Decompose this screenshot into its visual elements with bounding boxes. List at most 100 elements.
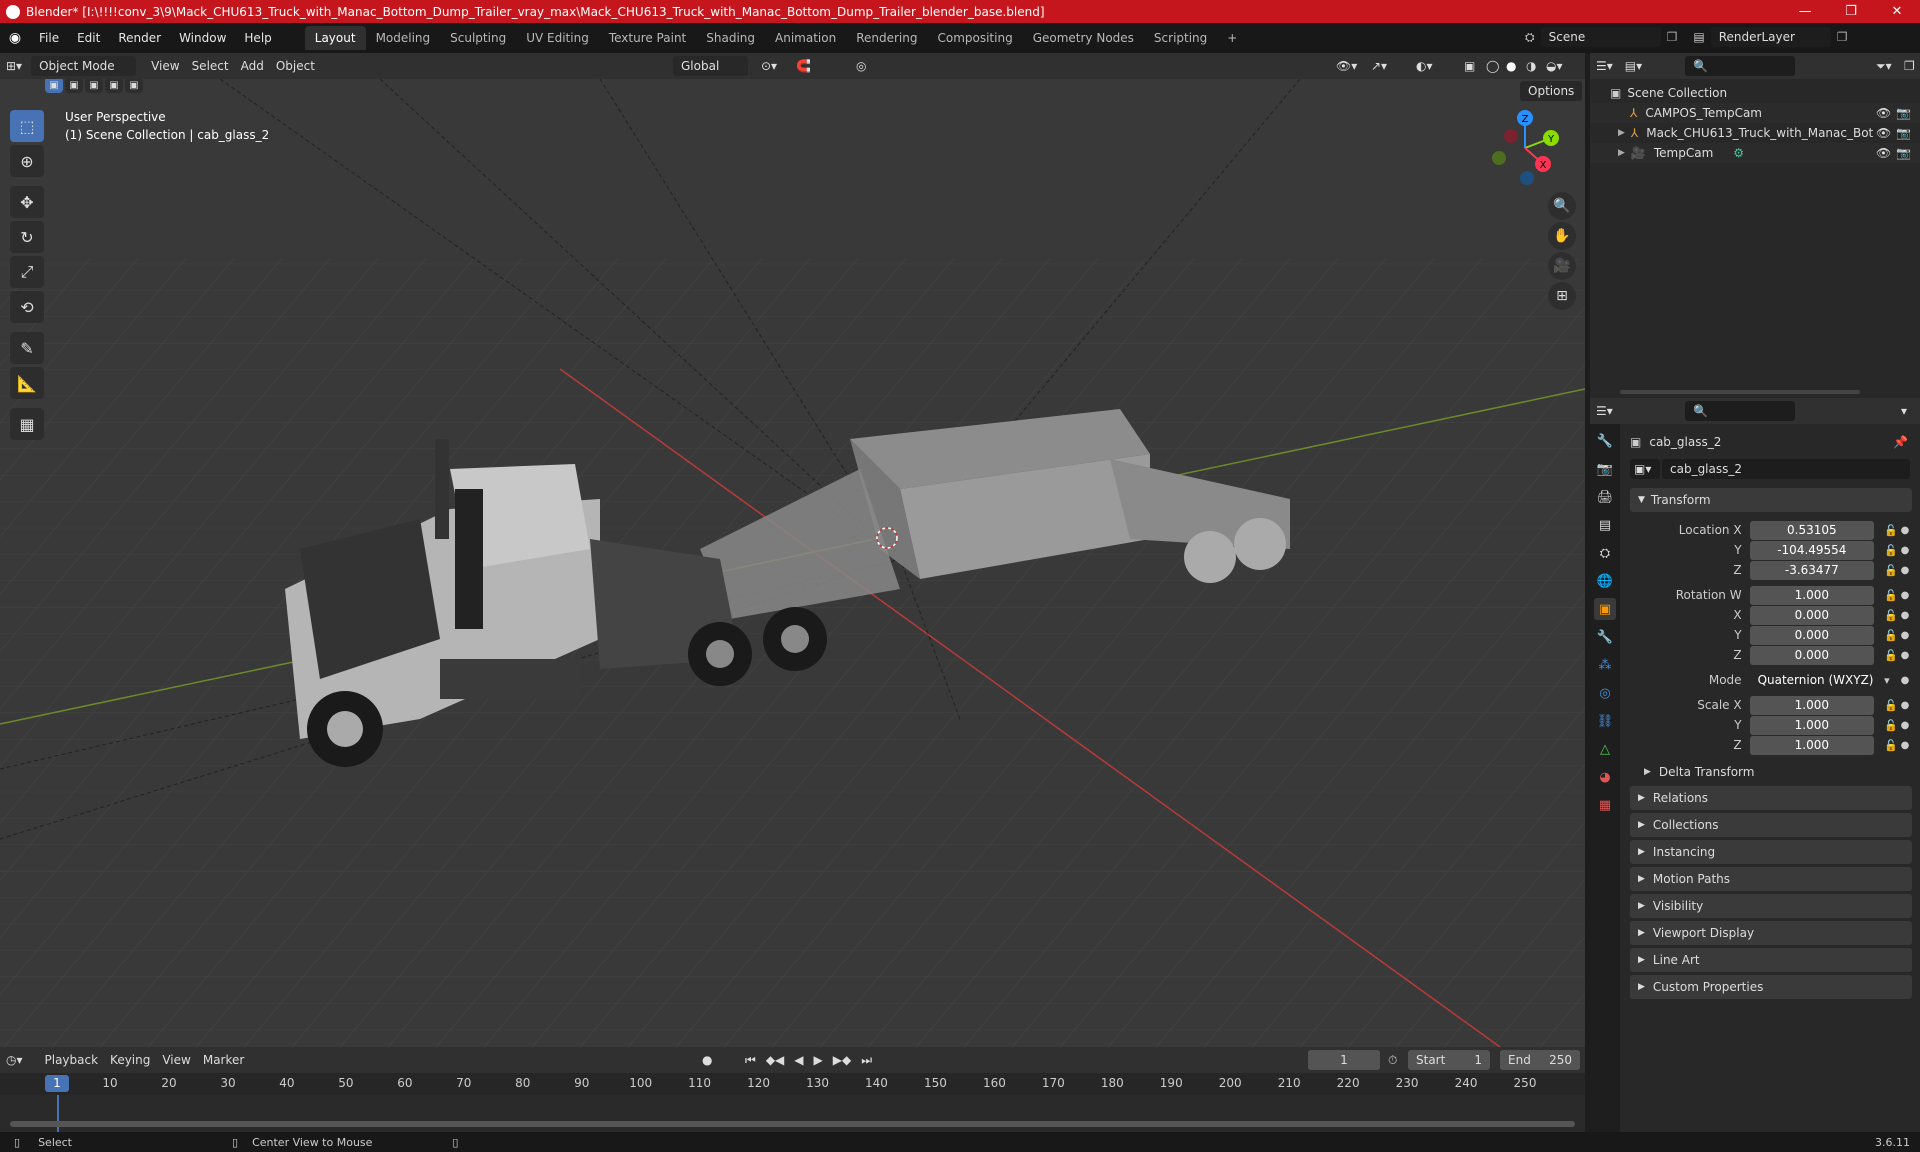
rotation-w-field[interactable]: 1.000 (1749, 585, 1875, 605)
datablock-type-icon[interactable]: ▣▾ (1630, 459, 1660, 479)
scene-icon[interactable]: ⛭ (1525, 30, 1535, 45)
select-subtract-icon[interactable]: ▣ (85, 79, 103, 93)
timeline-menu-marker[interactable]: Marker (197, 1050, 250, 1070)
lock-icon[interactable]: 🔓 (1884, 609, 1898, 622)
tab-sculpting[interactable]: Sculpting (440, 26, 516, 50)
maximize-button[interactable]: ❐ (1828, 0, 1874, 23)
end-frame-field[interactable]: End 250 (1500, 1050, 1580, 1070)
navigation-gizmo[interactable]: Z Y X (1485, 108, 1565, 188)
scale-tool-icon[interactable]: ⤢ (10, 256, 44, 288)
jump-end-icon[interactable]: ⏭ (861, 1053, 872, 1068)
render-tab-icon[interactable]: 📷 (1594, 458, 1616, 480)
keyframe-dot-icon[interactable]: ● (1898, 590, 1912, 601)
object-tab-icon[interactable]: ▣ (1594, 598, 1616, 620)
timeline-ruler[interactable]: 1 10 20 30 40 50 60 70 80 90 100 110 120 130 140 150 160… (0, 1073, 1585, 1095)
jump-start-icon[interactable]: ⏮ (745, 1053, 756, 1068)
menu-help[interactable]: Help (235, 27, 280, 49)
start-frame-field[interactable]: Start 1 (1408, 1050, 1490, 1070)
new-renderlayer-icon[interactable]: ❐ (1837, 30, 1848, 44)
eye-icon[interactable]: 👁 (1876, 126, 1891, 140)
timeline-menu-keying[interactable]: Keying (104, 1050, 156, 1070)
viewport-display-panel[interactable]: ▶ Viewport Display (1630, 921, 1912, 945)
blender-menu-icon[interactable]: ◉ (0, 30, 30, 46)
expand-arrow-icon[interactable]: ▶ (1618, 148, 1625, 158)
output-tab-icon[interactable]: 🖨 (1594, 486, 1616, 508)
lock-icon[interactable]: 🔓 (1884, 564, 1898, 577)
tab-shading[interactable]: Shading (696, 26, 765, 50)
play-reverse-icon[interactable]: ◀ (794, 1053, 803, 1068)
outliner-filter-icon[interactable]: ⏷▾ (1870, 56, 1898, 76)
keyframe-dot-icon[interactable]: ● (1898, 545, 1912, 556)
menu-file[interactable]: File (30, 27, 68, 49)
menu-window[interactable]: Window (170, 27, 235, 49)
select-box-tool-icon[interactable]: ⬚ (10, 110, 44, 142)
outliner-scene-collection[interactable]: ▣ Scene Collection (1590, 83, 1920, 103)
eye-icon[interactable]: 👁 (1876, 106, 1891, 120)
transform-orientation-dropdown[interactable]: Global (673, 56, 748, 76)
cursor-tool-icon[interactable]: ⊕ (10, 145, 44, 177)
menu-add[interactable]: Add (235, 56, 270, 76)
properties-search-input[interactable]: 🔍 (1685, 401, 1795, 421)
outliner-item[interactable]: ⅄ CAMPOS_TempCam 👁 📷 (1590, 103, 1920, 123)
select-extend-icon[interactable]: ▣ (65, 79, 83, 93)
tool-tab-icon[interactable]: 🔧 (1594, 430, 1616, 452)
keyframe-dot-icon[interactable]: ● (1898, 610, 1912, 621)
pivot-icon[interactable]: ⊙▾ (755, 56, 783, 76)
tab-modeling[interactable]: Modeling (366, 26, 441, 50)
stopwatch-icon[interactable]: ⏱ (1388, 1053, 1397, 1068)
tab-rendering[interactable]: Rendering (846, 26, 927, 50)
keyframe-dot-icon[interactable]: ● (1898, 720, 1912, 731)
outliner-item[interactable]: ▶ ⅄ Mack_CHU613_Truck_with_Manac_Bot 👁 📷 (1590, 123, 1920, 143)
lock-icon[interactable]: 🔓 (1884, 524, 1898, 537)
menu-select[interactable]: Select (186, 56, 235, 76)
keyframe-dot-icon[interactable]: ● (1898, 525, 1912, 536)
add-cube-tool-icon[interactable]: ▦ (10, 408, 44, 440)
proportional-edit-icon[interactable]: ◎ (850, 56, 872, 76)
select-intersect-icon[interactable]: ▣ (125, 79, 143, 93)
outliner-item[interactable]: ▶ 🎥 TempCam ⚙ 👁 📷 (1590, 143, 1920, 163)
annotate-tool-icon[interactable]: ✎ (10, 332, 44, 364)
3d-viewport[interactable]: User Perspective (1) Scene Collection | … (0, 79, 1585, 1047)
timeline-menu-playback[interactable]: Playback (39, 1050, 105, 1070)
menu-edit[interactable]: Edit (68, 27, 109, 49)
minimize-button[interactable]: — (1782, 0, 1828, 23)
tab-scripting[interactable]: Scripting (1144, 26, 1217, 50)
lock-icon[interactable]: 🔓 (1884, 739, 1898, 752)
eye-icon[interactable]: 👁 (1876, 146, 1891, 160)
prev-keyframe-icon[interactable]: ◆◀ (766, 1053, 784, 1068)
axis-gizmo-icon[interactable]: Z Y X (1485, 108, 1565, 188)
physics-tab-icon[interactable]: ◎ (1594, 682, 1616, 704)
transform-tool-icon[interactable]: ⟲ (10, 291, 44, 323)
outliner-display-mode-icon[interactable]: ▤▾ (1619, 56, 1648, 76)
tab-geometry-nodes[interactable]: Geometry Nodes (1023, 26, 1144, 50)
scene-selector[interactable]: Scene (1540, 27, 1661, 47)
next-keyframe-icon[interactable]: ▶◆ (833, 1053, 851, 1068)
current-frame-field[interactable]: 1 (1308, 1050, 1380, 1070)
expand-arrow-icon[interactable]: ▶ (1618, 128, 1625, 138)
keyframe-dot-icon[interactable]: ● (1898, 650, 1912, 661)
keyframe-dot-icon[interactable]: ● (1898, 630, 1912, 641)
constraints-tab-icon[interactable]: ⛓ (1594, 710, 1616, 732)
pan-hand-icon[interactable]: ✋ (1548, 222, 1576, 250)
xray-icon[interactable]: ▣ (1458, 56, 1481, 76)
keyframe-dot-icon[interactable]: ● (1898, 565, 1912, 576)
add-workspace-button[interactable]: + (1217, 26, 1247, 50)
options-dropdown[interactable]: Options (1520, 81, 1582, 101)
transform-panel-header[interactable]: ▼ Transform (1630, 488, 1912, 512)
lock-icon[interactable]: 🔓 (1884, 544, 1898, 557)
editor-type-icon[interactable]: ⊞▾ (0, 56, 28, 76)
rotation-x-field[interactable]: 0.000 (1749, 605, 1875, 625)
relations-panel[interactable]: ▶ Relations (1630, 786, 1912, 810)
scale-y-field[interactable]: 1.000 (1749, 715, 1875, 735)
properties-editor-type-icon[interactable]: ☰▾ (1590, 401, 1619, 421)
collections-panel[interactable]: ▶ Collections (1630, 813, 1912, 837)
render-camera-icon[interactable]: 📷 (1896, 126, 1911, 140)
location-z-field[interactable]: -3.63477 (1749, 560, 1875, 580)
renderlayer-selector[interactable]: RenderLayer (1710, 27, 1831, 47)
data-tab-icon[interactable]: △ (1594, 738, 1616, 760)
visibility-panel[interactable]: ▶ Visibility (1630, 894, 1912, 918)
location-x-field[interactable]: 0.53105 (1749, 520, 1875, 540)
keyframe-dot-icon[interactable]: ● (1898, 675, 1912, 686)
move-tool-icon[interactable]: ✥ (10, 186, 44, 218)
timeline-scrollbar[interactable] (10, 1121, 1575, 1127)
